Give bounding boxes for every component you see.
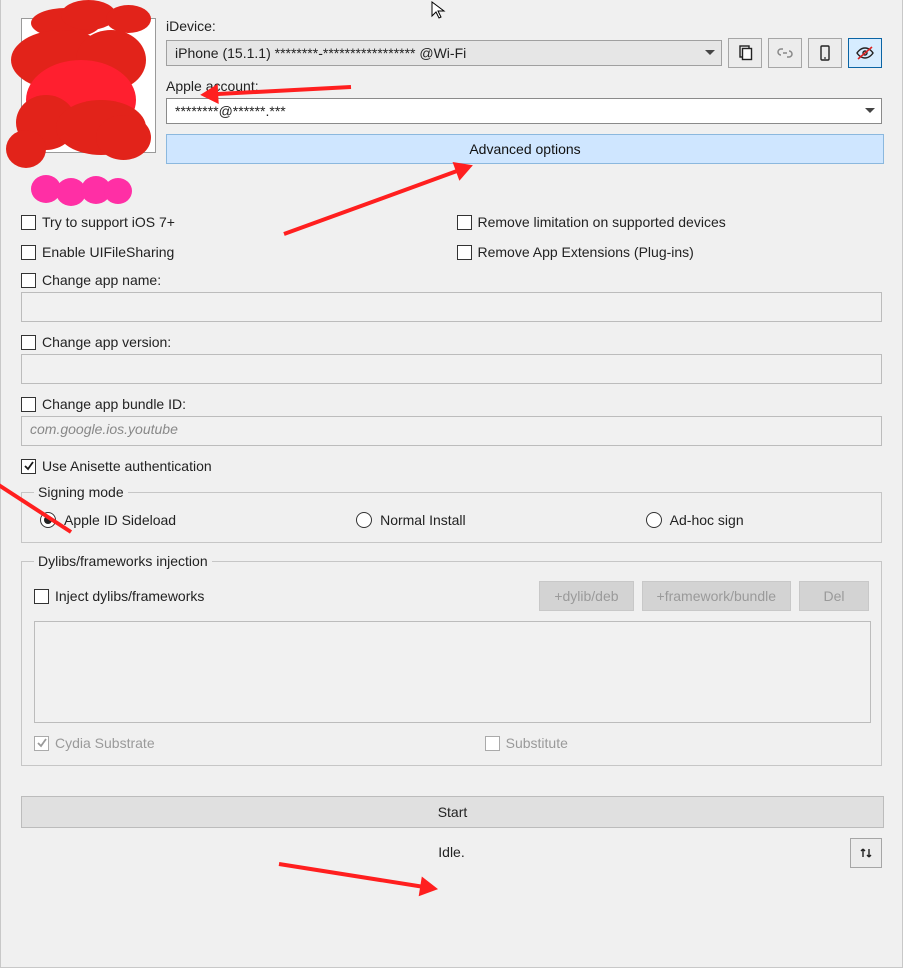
- change-app-name-checkbox[interactable]: Change app name:: [21, 272, 882, 288]
- app-version-input[interactable]: [21, 354, 882, 384]
- remove-limitation-checkbox[interactable]: Remove limitation on supported devices: [457, 214, 883, 230]
- annotation-arrow: [279, 862, 433, 890]
- phone-icon: [818, 45, 832, 61]
- inject-dylibs-checkbox[interactable]: Inject dylibs/frameworks: [34, 588, 204, 604]
- bundle-id-input[interactable]: com.google.ios.youtube: [21, 416, 882, 446]
- check-icon: [23, 460, 35, 472]
- device-info-button[interactable]: [808, 38, 842, 68]
- anisette-checkbox[interactable]: Use Anisette authentication: [21, 458, 882, 474]
- sort-arrows-icon: [859, 846, 873, 860]
- start-button[interactable]: Start: [21, 796, 884, 828]
- signing-mode-group: Signing mode Apple ID Sideload Normal In…: [21, 484, 882, 543]
- eye-off-icon: [856, 45, 874, 61]
- pair-button[interactable]: [768, 38, 802, 68]
- remove-extensions-checkbox[interactable]: Remove App Extensions (Plug-ins): [457, 244, 883, 260]
- add-dylib-button[interactable]: +dylib/deb: [539, 581, 633, 611]
- toggle-log-button[interactable]: [850, 838, 882, 868]
- ios7-checkbox[interactable]: Try to support iOS 7+: [21, 214, 447, 230]
- chevron-down-icon: [705, 48, 715, 58]
- substitute-checkbox: Substitute: [485, 735, 568, 751]
- copy-udid-button[interactable]: [728, 38, 762, 68]
- apple-account-value: ********@******.***: [175, 103, 286, 119]
- idevice-value: iPhone (15.1.1) ********-***************…: [175, 45, 466, 61]
- app-name-input[interactable]: [21, 292, 882, 322]
- status-text: Idle.: [438, 844, 464, 860]
- copy-icon: [737, 45, 753, 61]
- idevice-label: iDevice:: [166, 18, 882, 34]
- advanced-options-button[interactable]: Advanced options: [166, 134, 884, 164]
- check-icon: [36, 737, 48, 749]
- hide-sensitive-button[interactable]: [848, 38, 882, 68]
- del-button[interactable]: Del: [799, 581, 869, 611]
- chevron-down-icon: [865, 106, 875, 116]
- ipa-drop-area[interactable]: [21, 18, 156, 153]
- dylib-list[interactable]: [34, 621, 871, 723]
- radio-adhoc-sign[interactable]: Ad-hoc sign: [646, 512, 744, 528]
- dylib-injection-group: Dylibs/frameworks injection Inject dylib…: [21, 553, 882, 766]
- change-bundle-id-checkbox[interactable]: Change app bundle ID:: [21, 396, 882, 412]
- link-icon: [777, 45, 793, 61]
- change-app-version-checkbox[interactable]: Change app version:: [21, 334, 882, 350]
- radio-normal-install[interactable]: Normal Install: [356, 512, 466, 528]
- add-framework-button[interactable]: +framework/bundle: [642, 581, 791, 611]
- cydia-substrate-checkbox: Cydia Substrate: [34, 735, 155, 751]
- idevice-dropdown[interactable]: iPhone (15.1.1) ********-***************…: [166, 40, 722, 66]
- apple-account-dropdown[interactable]: ********@******.***: [166, 98, 882, 124]
- uifilesharing-checkbox[interactable]: Enable UIFileSharing: [21, 244, 447, 260]
